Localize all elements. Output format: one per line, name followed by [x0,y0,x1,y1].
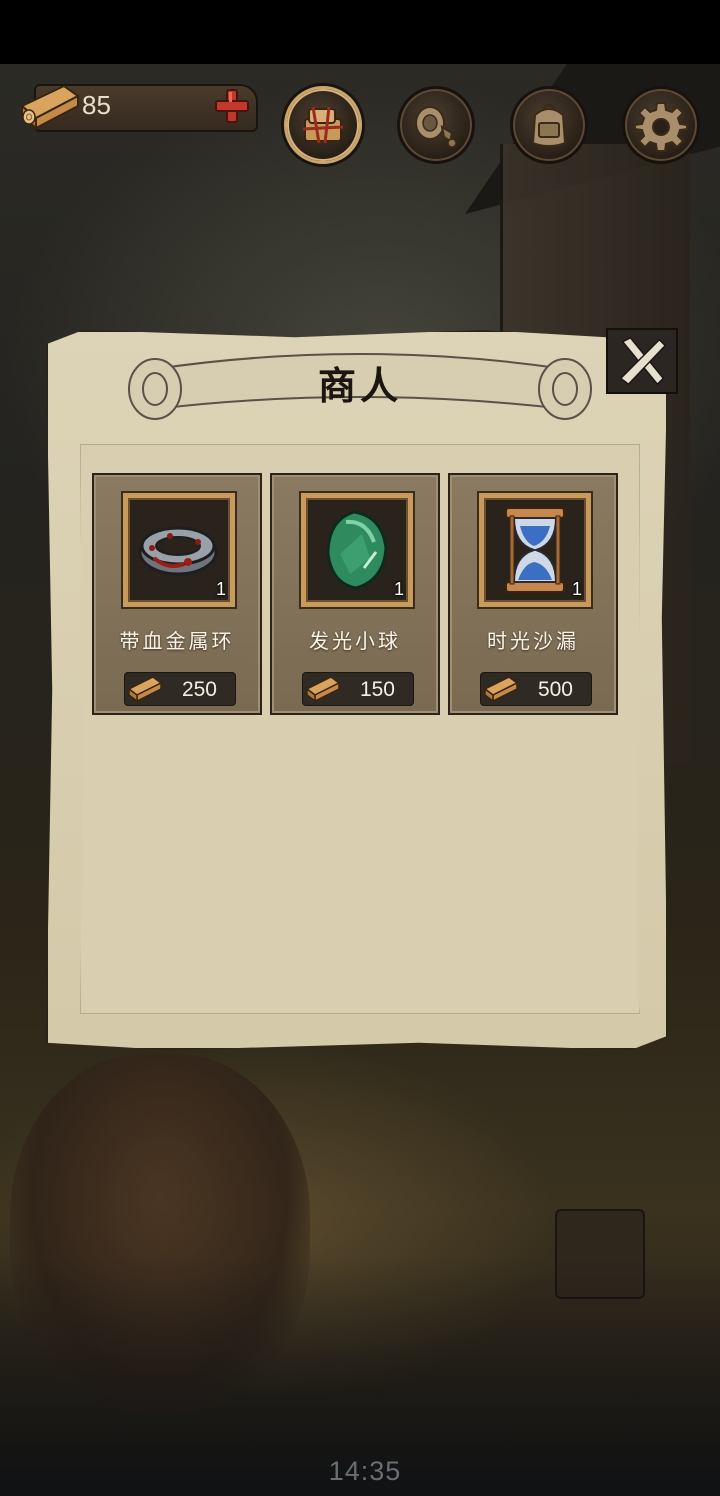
game-clock: 14:35 [328,1456,402,1486]
item-name: 带血金属环 [119,629,235,653]
plus-icon[interactable] [214,88,250,124]
bloody-metal-ring-icon [138,526,218,576]
price-tag[interactable]: 250 [124,672,236,706]
gear-icon [634,102,688,152]
glowing-orb-icon [326,510,388,590]
top-hud: 85 [0,78,720,168]
wood-log-icon [18,82,82,132]
item-icon-frame: 1 [301,493,413,607]
settings-button[interactable] [622,86,700,164]
merchant-item-list: 1 带血金属环 250 1 发光小球 150 1 时光沙漏 500 [92,473,622,718]
price-tag[interactable]: 150 [302,672,414,706]
close-button[interactable] [606,328,678,394]
status-bar [0,0,720,64]
item-price: 500 [537,678,573,701]
item-icon-frame: 1 [123,493,235,607]
item-quantity: 1 [571,579,582,599]
item-price: 150 [359,678,395,701]
shop-item-card[interactable]: 1 发光小球 150 [270,473,440,715]
item-icon-frame: 1 [479,493,591,607]
shop-item-card[interactable]: 1 时光沙漏 500 [448,473,618,715]
price-tag[interactable]: 500 [480,672,592,706]
wood-log-icon [127,676,163,703]
item-name: 时光沙漏 [487,629,579,653]
backpack-icon [531,103,567,147]
wood-log-icon [483,676,519,703]
wood-log-icon [305,676,341,703]
horn-icon [415,106,457,148]
hourglass-icon [505,507,565,593]
horn-button[interactable] [397,86,475,164]
item-price: 250 [181,678,217,701]
wood-count: 85 [82,90,111,120]
supplies-button[interactable] [284,86,362,164]
item-name: 发光小球 [309,629,401,653]
item-quantity: 1 [215,579,226,599]
item-quantity: 1 [393,579,404,599]
supplies-bundle-icon [302,106,344,144]
shop-item-card[interactable]: 1 带血金属环 250 [92,473,262,715]
backpack-button[interactable] [510,86,588,164]
close-x-icon [619,336,667,386]
